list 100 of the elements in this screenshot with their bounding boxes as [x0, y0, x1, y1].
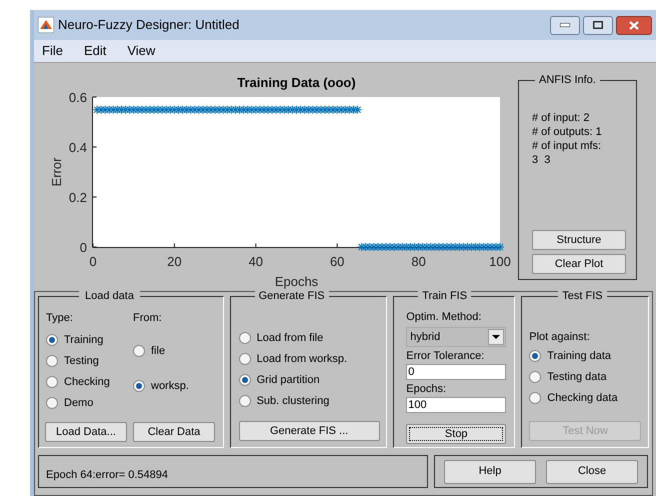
data-point: [454, 242, 464, 252]
radio-button[interactable]: [238, 353, 251, 365]
data-point: [340, 105, 350, 114]
app-logo-icon: [38, 17, 54, 33]
data-point: [202, 105, 212, 114]
data-point: [365, 242, 374, 252]
close-button[interactable]: [616, 16, 652, 34]
radio-button[interactable]: [46, 376, 58, 388]
radio-button[interactable]: [46, 334, 58, 346]
data-point: [194, 105, 204, 114]
data-point: [226, 105, 236, 114]
minimize-icon: [560, 23, 570, 27]
data-point: [475, 242, 484, 252]
radio-button[interactable]: [133, 380, 145, 392]
tolerance-field[interactable]: 0: [406, 364, 506, 380]
maximize-icon: [593, 21, 603, 29]
radio-label: Testing data: [547, 370, 607, 384]
close-button[interactable]: Close: [546, 460, 638, 484]
data-point: [247, 105, 256, 114]
radio-label: file: [151, 344, 166, 358]
radio-label: Training: [64, 333, 104, 347]
data-point: [410, 242, 420, 252]
clear-data-button[interactable]: Clear Data: [133, 422, 215, 442]
data-point: [230, 105, 240, 114]
data-point: [316, 105, 326, 114]
epochs-field[interactable]: 100: [406, 397, 506, 413]
data-point: [422, 242, 432, 252]
stop-button[interactable]: Stop: [406, 424, 506, 444]
data-point: [308, 105, 318, 114]
data-point: [198, 105, 208, 114]
data-point: [418, 242, 428, 252]
data-point: [133, 105, 142, 114]
radio-button[interactable]: [238, 374, 251, 386]
tolerance-label: Error Tolerance:: [406, 349, 486, 363]
radio-button[interactable]: [238, 332, 251, 344]
radio-button[interactable]: [238, 395, 251, 407]
data-point: [361, 242, 370, 252]
data-point: [496, 242, 504, 252]
data-point: [324, 105, 334, 114]
data-point: [336, 105, 346, 114]
radio-button[interactable]: [529, 350, 542, 362]
data-point: [438, 242, 448, 252]
menu-item[interactable]: View: [127, 41, 156, 61]
menu-item[interactable]: Edit: [84, 41, 106, 61]
data-point: [104, 105, 114, 114]
help-button[interactable]: Help: [444, 460, 536, 484]
data-point: [255, 105, 264, 114]
radio-button[interactable]: [529, 392, 542, 404]
radio-button[interactable]: [46, 397, 58, 409]
plot-button[interactable]: Structure: [532, 230, 626, 250]
data-point: [467, 242, 476, 252]
load-data-button[interactable]: Load Data...: [45, 422, 127, 442]
tick-label: 100: [489, 254, 511, 269]
plot-against-label: Plot against:: [529, 330, 591, 344]
data-point: [129, 105, 138, 114]
tick-label: 40: [248, 254, 264, 269]
info-text: # of outputs: 1: [532, 125, 603, 139]
data-point: [92, 105, 102, 114]
tick-label: 20: [167, 254, 182, 269]
method-dropdown[interactable]: hybrid: [406, 327, 506, 347]
menu-item[interactable]: File: [42, 41, 63, 61]
radio-label: Checking: [64, 375, 110, 389]
minimize-button[interactable]: [550, 16, 580, 34]
axis-title: Error: [49, 158, 64, 186]
data-point: [214, 105, 224, 114]
data-point: [394, 242, 403, 252]
radio-button[interactable]: [133, 345, 145, 357]
maximize-button[interactable]: [583, 16, 613, 34]
radio-label: Grid partition: [256, 373, 320, 387]
data-point: [276, 105, 285, 114]
data-point: [243, 105, 252, 114]
data-point: [178, 105, 188, 114]
radio-button[interactable]: [46, 355, 58, 367]
generate-fis-button[interactable]: Generate FIS ...: [238, 421, 380, 442]
radio-label: Load from file: [256, 331, 324, 345]
data-point: [402, 242, 411, 252]
data-point: [288, 105, 297, 114]
data-point: [218, 105, 228, 114]
data-point: [154, 105, 163, 114]
tick-label: 0.2: [68, 190, 87, 205]
data-point: [170, 105, 179, 114]
data-point: [348, 105, 358, 114]
data-point: [414, 242, 424, 252]
data-point: [353, 105, 362, 114]
plot-button[interactable]: Clear Plot: [532, 254, 626, 274]
tick-label: 60: [330, 254, 344, 269]
data-point: [206, 105, 216, 114]
data-point: [390, 242, 399, 252]
data-point: [137, 105, 146, 114]
data-point: [304, 105, 314, 114]
data-point: [292, 105, 301, 114]
data-point: [320, 105, 330, 114]
data-point: [280, 105, 289, 114]
radio-button[interactable]: [529, 371, 542, 383]
data-point: [344, 105, 354, 114]
data-point: [328, 105, 338, 114]
data-point: [100, 105, 110, 114]
data-point: [398, 242, 407, 252]
data-point: [369, 242, 378, 252]
data-point: [442, 242, 452, 252]
